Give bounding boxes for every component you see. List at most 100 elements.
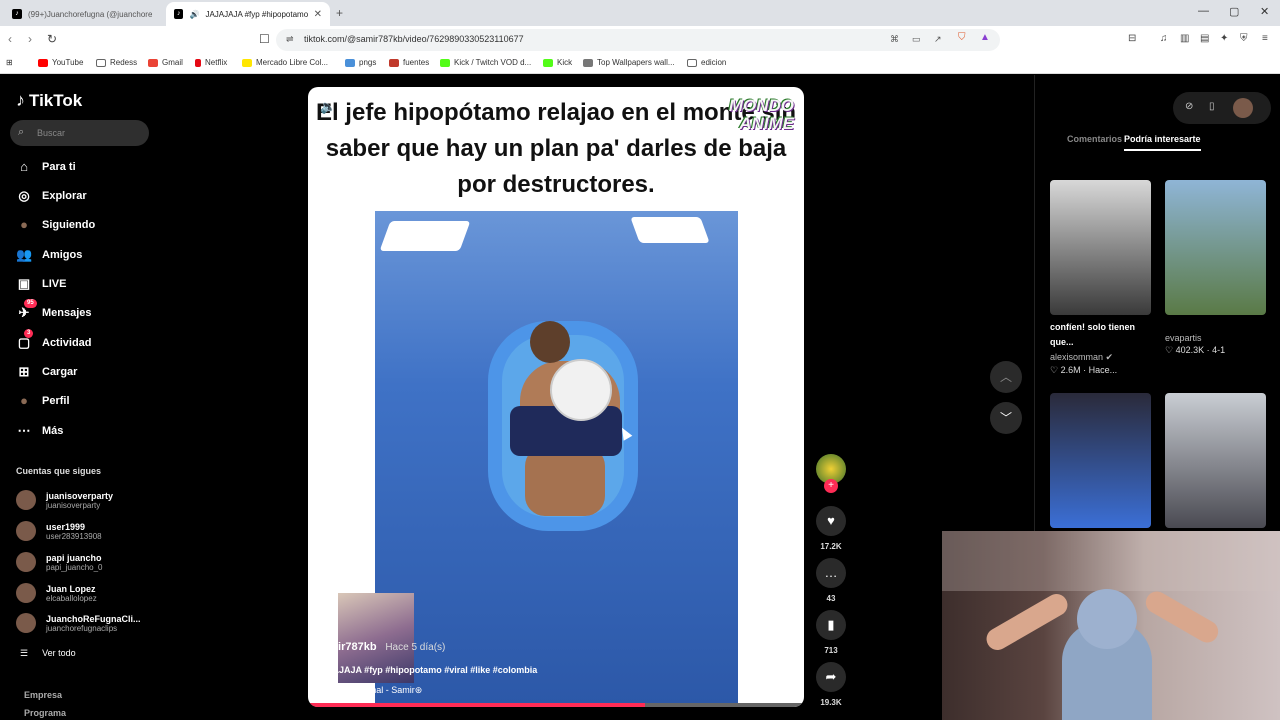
bookmark-redess[interactable]: Redess — [96, 58, 137, 67]
bookmark-mercadolibre[interactable]: Mercado Libre Col... — [242, 58, 328, 67]
compass-icon[interactable]: ⊘ — [1185, 101, 1193, 112]
sidebar-item-label: Cargar — [42, 366, 78, 378]
bookmark-kick-twitch[interactable]: Kick / Twitch VOD d... — [440, 58, 531, 67]
footer-link-empresa[interactable]: Empresa — [24, 690, 62, 700]
video-description[interactable]: JAJAJAJA #fyp #hipopotamo #viral #like #… — [316, 665, 537, 675]
video-progress-bar[interactable] — [308, 703, 804, 707]
user-avatar[interactable] — [1233, 98, 1253, 118]
bookmark-label: Top Wallpapers wall... — [597, 58, 675, 67]
reload-icon[interactable]: ↻ — [47, 32, 57, 46]
brave-shield-icon[interactable]: ⛉ — [958, 32, 966, 43]
see-all-button[interactable]: ☰ Ver todo — [20, 648, 76, 659]
address-bar[interactable]: ⇌ tiktok.com/@samir787kb/video/762989033… — [276, 29, 1000, 51]
search-input[interactable]: ⌕ Buscar — [10, 120, 149, 146]
footer-link-programa[interactable]: Programa — [24, 708, 66, 718]
forward-icon[interactable]: › — [28, 32, 32, 46]
tiktok-note-icon: ♪ — [16, 90, 25, 110]
sidebar-item-6[interactable]: ▢ 3 Actividad — [16, 329, 92, 351]
webcam-overlay — [942, 531, 1280, 720]
cast-icon[interactable]: ▭ — [912, 34, 921, 45]
tiktok-logo[interactable]: ♪ TikTok — [16, 90, 82, 111]
sidebar-item-0[interactable]: ⌂ Para ti — [16, 159, 76, 175]
sidebar-item-label: Siguiendo — [42, 219, 96, 231]
share-icon[interactable]: ↗ — [934, 34, 942, 45]
music-icon[interactable]: ♫ — [1160, 33, 1168, 44]
bookmark-youtube[interactable]: YouTube — [38, 58, 83, 67]
site-info-icon[interactable]: ⇌ — [286, 34, 294, 45]
comment-icon[interactable]: … — [816, 558, 846, 588]
tab-comentarios[interactable]: Comentarios — [1067, 134, 1122, 151]
bookmark-label: fuentes — [403, 58, 430, 67]
minimize-button[interactable]: — — [1198, 5, 1209, 17]
maximize-button[interactable]: ▢ — [1229, 5, 1239, 18]
bookmark-wallpapers[interactable]: Top Wallpapers wall... — [583, 58, 675, 67]
sidebar-item-4[interactable]: ▣ LIVE — [16, 276, 67, 292]
watermark-line: ANIME — [739, 114, 794, 133]
following-account[interactable]: papi juancho papi_juancho_0 — [16, 552, 103, 572]
rewards-icon[interactable]: ▲ — [980, 32, 990, 43]
video-sound[interactable]: ♫ sonido original - Samir⊛ — [316, 685, 422, 696]
sidebar-item-3[interactable]: 👥 Amigos — [16, 247, 82, 263]
bookmark-kick[interactable]: Kick — [543, 58, 572, 67]
card-thumbnail[interactable] — [1165, 180, 1266, 315]
tab-search-icon[interactable]: ⊟ — [1128, 33, 1136, 44]
card-author[interactable]: alexisomman ✔ — [1050, 352, 1151, 363]
following-account[interactable]: JuanchoReFugnaCli... juanchorefugnaclips — [16, 613, 141, 633]
card-thumbnail[interactable] — [1165, 393, 1266, 528]
sidebar-item-1[interactable]: ◎ Explorar — [16, 188, 86, 204]
close-tab-icon[interactable]: ✕ — [314, 9, 322, 20]
logo-text: TikTok — [29, 90, 83, 110]
recommended-card[interactable] — [1165, 393, 1266, 528]
apps-icon[interactable]: ⊞ — [6, 58, 13, 67]
tab-podria-interesarte[interactable]: Podría interesarte — [1124, 134, 1201, 151]
bookmark-fuentes[interactable]: fuentes — [389, 58, 429, 67]
next-video-chevron-down-icon[interactable]: ﹀ — [990, 402, 1022, 434]
recommended-card[interactable]: confíen! solo tienen que... alexisomman … — [1050, 180, 1151, 376]
translate-icon[interactable]: ⌘ — [890, 34, 899, 45]
sidebar-item-5[interactable]: ✈ 95 Mensajes — [16, 299, 92, 321]
bookmark-gmail[interactable]: Gmail — [148, 58, 183, 67]
card-author[interactable]: evapartis — [1165, 333, 1266, 343]
following-account[interactable]: user1999 user283913908 — [16, 521, 102, 541]
card-thumbnail[interactable] — [1050, 180, 1151, 315]
close-window-button[interactable]: ✕ — [1260, 5, 1269, 18]
bookmark-icon[interactable]: ☐ — [259, 32, 270, 46]
person-legs — [525, 446, 605, 516]
back-icon[interactable]: ‹ — [8, 32, 12, 46]
video-player[interactable]: El jefe hipopótamo relajao en el monte s… — [308, 87, 804, 707]
vpn-icon[interactable]: ⛨ — [1240, 33, 1248, 44]
account-text: user1999 user283913908 — [46, 522, 102, 541]
menu-icon[interactable]: ≡ — [1262, 33, 1268, 44]
sidebar-item-8[interactable]: ● Perfil — [16, 393, 69, 409]
tab-juanchorefugna[interactable]: ♪ (99+)Juanchorefugna (@juanchoref... — [4, 2, 164, 26]
sidebar-item-2[interactable]: ● Siguiendo — [16, 217, 95, 233]
leo-ai-icon[interactable]: ✦ — [1220, 33, 1228, 44]
card-thumbnail[interactable] — [1050, 393, 1151, 528]
bookmark-netflix[interactable]: Netflix — [195, 58, 227, 67]
sidebar-item-7[interactable]: ⊞ Cargar — [16, 364, 78, 380]
new-tab-button[interactable]: + — [336, 6, 343, 20]
volume-icon[interactable]: 🔈 — [320, 99, 336, 115]
bookmark-edicion[interactable]: edicion — [687, 58, 726, 67]
wallet-icon[interactable]: ▤ — [1200, 33, 1209, 44]
previous-video-chevron-up-icon[interactable]: ︿ — [990, 361, 1022, 393]
following-account[interactable]: Juan Lopez elcaballolopez — [16, 583, 97, 603]
recommended-card[interactable] — [1050, 393, 1151, 528]
sidebar-item-9[interactable]: ⋯ Más — [16, 423, 64, 439]
save-bookmark-icon[interactable]: ▮ — [816, 610, 846, 640]
speaker-icon: 🔊 — [189, 9, 200, 19]
recommended-card[interactable]: evapartis ♡ 402.3K · 4-1 — [1165, 180, 1266, 356]
tab-jajajaja[interactable]: ♪ 🔊 JAJAJAJA #fyp #hipopotamo ✕ — [166, 2, 330, 26]
phone-icon[interactable]: ▯ — [1209, 101, 1215, 112]
following-account[interactable]: juanisoverparty juanisoverparty — [16, 490, 113, 510]
like-heart-icon[interactable]: ♥ — [816, 506, 846, 536]
sidebar-item-label: Amigos — [42, 249, 83, 261]
bookmark-pngs[interactable]: pngs — [345, 58, 376, 67]
follow-plus-icon[interactable]: + — [824, 479, 838, 493]
share-arrow-icon[interactable]: ➦ — [816, 662, 846, 692]
folder-icon — [96, 58, 106, 67]
bookmark-label: Netflix — [205, 58, 228, 67]
sidebar-icon[interactable]: ▥ — [1180, 33, 1189, 44]
webcam-arm — [982, 589, 1072, 655]
video-author[interactable]: samir787kb — [316, 641, 377, 653]
